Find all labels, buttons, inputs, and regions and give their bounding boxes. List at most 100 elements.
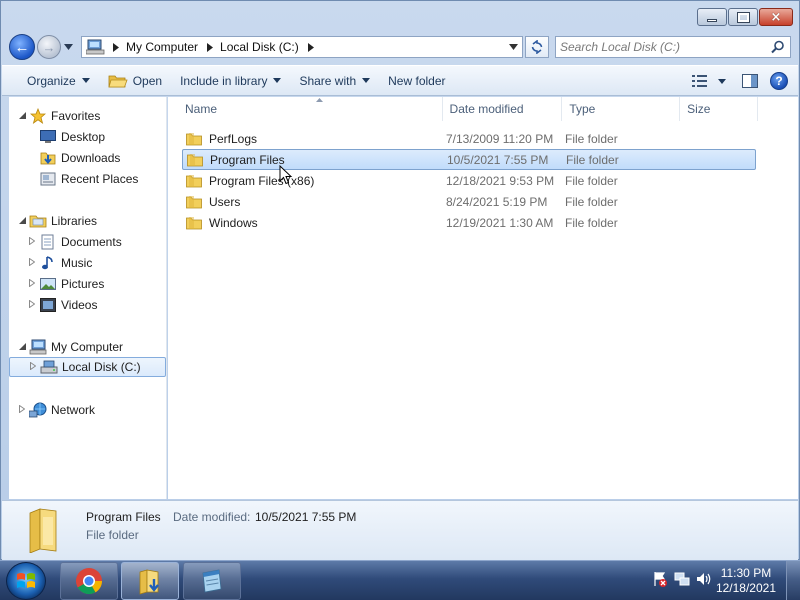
organize-label: Organize xyxy=(27,73,76,88)
new-folder-button[interactable]: New folder xyxy=(379,69,454,93)
address-dropdown-icon[interactable] xyxy=(509,44,518,50)
recent-pages-button[interactable] xyxy=(64,43,76,52)
expander-expanded-icon[interactable] xyxy=(17,342,27,352)
back-button[interactable]: ← xyxy=(9,34,35,60)
file-name: Users xyxy=(209,194,241,209)
search-input[interactable] xyxy=(560,40,770,54)
command-bar: Organize Open Include in library Share w… xyxy=(2,65,798,96)
network-status-icon[interactable] xyxy=(674,571,690,587)
clock-date: 12/18/2021 xyxy=(715,581,776,595)
preview-pane-button[interactable] xyxy=(738,69,762,93)
taskbar-chrome-button[interactable] xyxy=(60,562,118,600)
sidebar-label: Desktop xyxy=(61,130,106,144)
sidebar-item-desktop[interactable]: Desktop xyxy=(37,127,105,147)
pictures-icon xyxy=(39,276,57,292)
search-box[interactable] xyxy=(555,36,791,58)
expander-collapsed-icon[interactable] xyxy=(27,236,37,247)
show-desktop-button[interactable] xyxy=(786,561,800,600)
column-header-date-modified[interactable]: Date modified xyxy=(443,97,563,121)
taskbar-notepad-button[interactable] xyxy=(183,562,241,600)
sidebar-label: Downloads xyxy=(61,151,121,165)
file-name-cell: Program Files xyxy=(183,153,446,167)
sidebar-item-my-computer[interactable]: My Computer xyxy=(17,337,123,357)
share-with-button[interactable]: Share with xyxy=(290,69,379,93)
sidebar-label: Documents xyxy=(61,235,122,249)
breadcrumb-separator-icon[interactable] xyxy=(206,42,214,52)
expander-collapsed-icon[interactable] xyxy=(27,278,37,289)
expander-collapsed-icon[interactable] xyxy=(27,257,37,268)
column-header-size[interactable]: Size xyxy=(680,97,758,121)
details-date-label: Date modified: xyxy=(173,510,251,524)
include-in-library-button[interactable]: Include in library xyxy=(171,69,290,93)
breadcrumb-local-disk[interactable]: Local Disk (C:) xyxy=(220,40,299,54)
sidebar-item-videos[interactable]: Videos xyxy=(27,295,97,315)
explorer-window: × ← → My Computer Local Disk (C:) Search… xyxy=(0,0,800,560)
column-headers: Name Date modified Type Size xyxy=(178,97,758,121)
local-disk-icon xyxy=(40,359,58,375)
column-label: Date modified xyxy=(449,102,524,116)
desktop-icon xyxy=(39,129,57,145)
file-date: 8/24/2021 5:19 PM xyxy=(446,194,548,209)
address-bar[interactable]: My Computer Local Disk (C:) xyxy=(81,36,523,58)
expander-collapsed-icon[interactable] xyxy=(27,299,37,310)
close-button[interactable]: × xyxy=(759,8,793,26)
file-row-selected[interactable]: Program Files 10/5/2021 7:55 PM File fol… xyxy=(182,149,756,170)
volume-icon[interactable] xyxy=(696,571,712,587)
help-icon[interactable]: ? xyxy=(770,72,788,90)
sidebar-item-libraries[interactable]: Libraries xyxy=(17,211,97,231)
search-icon[interactable] xyxy=(771,40,785,54)
sidebar-item-local-disk[interactable]: Local Disk (C:) xyxy=(9,357,166,377)
sidebar-label: Music xyxy=(61,256,93,270)
organize-button[interactable]: Organize xyxy=(18,69,99,93)
videos-icon xyxy=(39,297,57,313)
mouse-cursor-icon xyxy=(279,165,293,185)
action-center-alert-icon[interactable] xyxy=(652,571,668,587)
expander-expanded-icon[interactable] xyxy=(17,216,27,226)
file-name-cell: PerfLogs xyxy=(182,132,445,146)
sidebar-item-documents[interactable]: Documents xyxy=(27,232,122,252)
column-label: Size xyxy=(687,102,711,116)
maximize-button[interactable] xyxy=(728,8,758,26)
refresh-button[interactable] xyxy=(525,36,549,58)
file-row[interactable]: Windows 12/19/2021 1:30 AM File folder xyxy=(182,212,756,233)
breadcrumb-separator-icon xyxy=(113,42,119,52)
expander-collapsed-icon[interactable] xyxy=(28,361,38,372)
column-header-type[interactable]: Type xyxy=(562,97,681,121)
open-button[interactable]: Open xyxy=(99,69,171,93)
libraries-icon xyxy=(29,213,47,229)
sidebar-item-music[interactable]: Music xyxy=(27,253,92,273)
taskbar-explorer-button[interactable] xyxy=(121,562,179,600)
file-row[interactable]: Users 8/24/2021 5:19 PM File folder xyxy=(182,191,756,212)
caption-buttons: × xyxy=(697,8,793,26)
file-row[interactable]: PerfLogs 7/13/2009 11:20 PM File folder xyxy=(182,128,756,149)
sidebar-label: Videos xyxy=(61,298,98,312)
chevron-down-icon xyxy=(81,78,90,83)
column-header-name[interactable]: Name xyxy=(178,97,443,121)
explorer-folder-icon xyxy=(139,569,159,595)
start-button[interactable] xyxy=(6,562,46,600)
taskbar-clock[interactable]: 11:30 PM 12/18/2021 xyxy=(716,566,776,596)
sidebar-item-network[interactable]: Network xyxy=(17,400,95,420)
new-folder-label: New folder xyxy=(388,73,446,88)
column-label: Type xyxy=(569,102,596,116)
folder-large-icon xyxy=(29,508,57,553)
breadcrumb-separator-icon[interactable] xyxy=(307,42,315,52)
file-date: 12/18/2021 9:53 PM xyxy=(446,173,555,188)
sidebar-item-recent-places[interactable]: Recent Places xyxy=(37,169,138,189)
forward-button[interactable]: → xyxy=(37,35,61,59)
change-view-button[interactable] xyxy=(688,69,730,93)
documents-icon xyxy=(39,234,57,250)
sort-ascending-icon xyxy=(316,98,323,102)
breadcrumb-my-computer[interactable]: My Computer xyxy=(126,40,198,54)
file-row[interactable]: Program Files (x86) 12/18/2021 9:53 PM F… xyxy=(182,170,756,191)
sidebar-item-favorites[interactable]: Favorites xyxy=(17,106,100,126)
navigation-pane: Favorites Desktop Downloads Recent Place… xyxy=(9,97,167,499)
minimize-button[interactable] xyxy=(697,8,727,26)
sidebar-item-pictures[interactable]: Pictures xyxy=(27,274,104,294)
share-with-label: Share with xyxy=(299,73,357,88)
file-type: File folder xyxy=(566,152,619,167)
expander-collapsed-icon[interactable] xyxy=(17,404,27,415)
star-icon xyxy=(29,108,47,124)
sidebar-item-downloads[interactable]: Downloads xyxy=(37,148,120,168)
expander-expanded-icon[interactable] xyxy=(17,111,27,121)
